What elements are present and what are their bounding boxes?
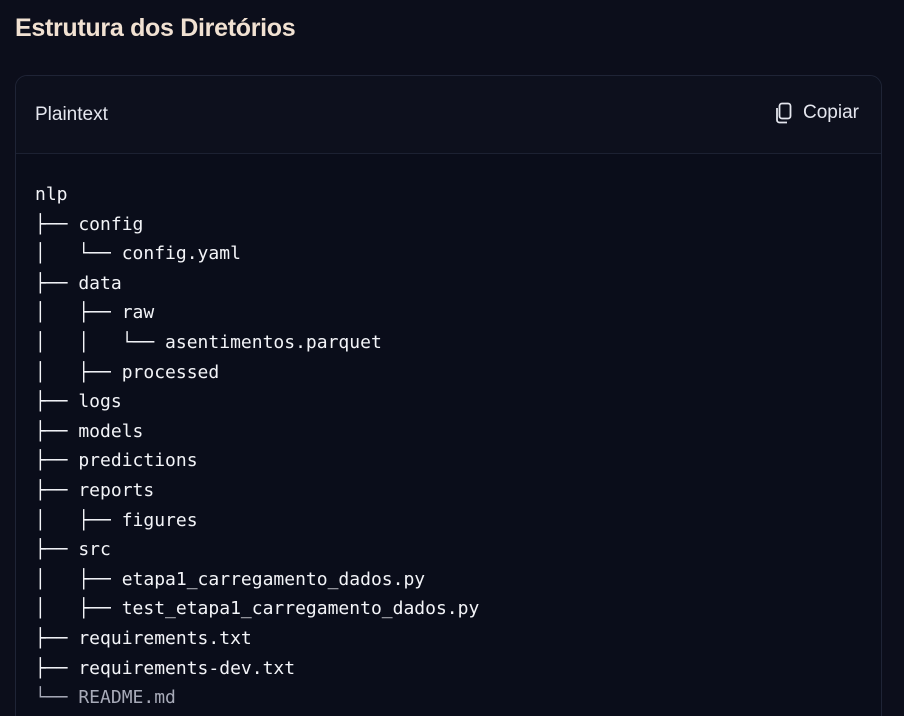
tree-line: ├── predictions [35, 450, 198, 472]
tree-line: │ ├── figures [35, 509, 198, 531]
copy-button-label: Copiar [803, 102, 859, 123]
language-label: Plaintext [35, 104, 108, 125]
directory-tree: nlp ├── config │ └── config.yaml ├── dat… [16, 154, 881, 713]
tree-line: │ ├── raw [35, 302, 155, 324]
code-block: Plaintext Copiar nlp ├── config │ └── co… [15, 75, 882, 716]
copy-button[interactable]: Copiar [775, 100, 859, 126]
tree-line: │ ├── test_etapa1_carregamento_dados.py [35, 598, 480, 620]
tree-line: ├── reports [35, 479, 155, 501]
tree-line: ├── src [35, 539, 111, 561]
section-heading: Estrutura dos Diretórios [15, 14, 296, 42]
tree-line: ├── logs [35, 391, 122, 413]
tree-line: ├── config [35, 213, 144, 235]
tree-line: nlp [35, 184, 68, 205]
tree-line: └── README.md [35, 687, 176, 709]
page: Estrutura dos Diretórios Plaintext Copia… [0, 0, 904, 716]
copy-icon [775, 102, 793, 124]
tree-line: │ └── config.yaml [35, 243, 241, 265]
tree-line: ├── data [35, 272, 122, 294]
tree-line: ├── requirements.txt [35, 627, 252, 649]
tree-line: │ ├── etapa1_carregamento_dados.py [35, 568, 426, 590]
tree-line: ├── requirements-dev.txt [35, 657, 296, 679]
tree-line: │ ├── processed [35, 361, 220, 383]
code-block-header: Plaintext Copiar [16, 76, 881, 154]
tree-line: ├── models [35, 420, 144, 442]
tree-line: │ │ └── asentimentos.parquet [35, 331, 382, 353]
